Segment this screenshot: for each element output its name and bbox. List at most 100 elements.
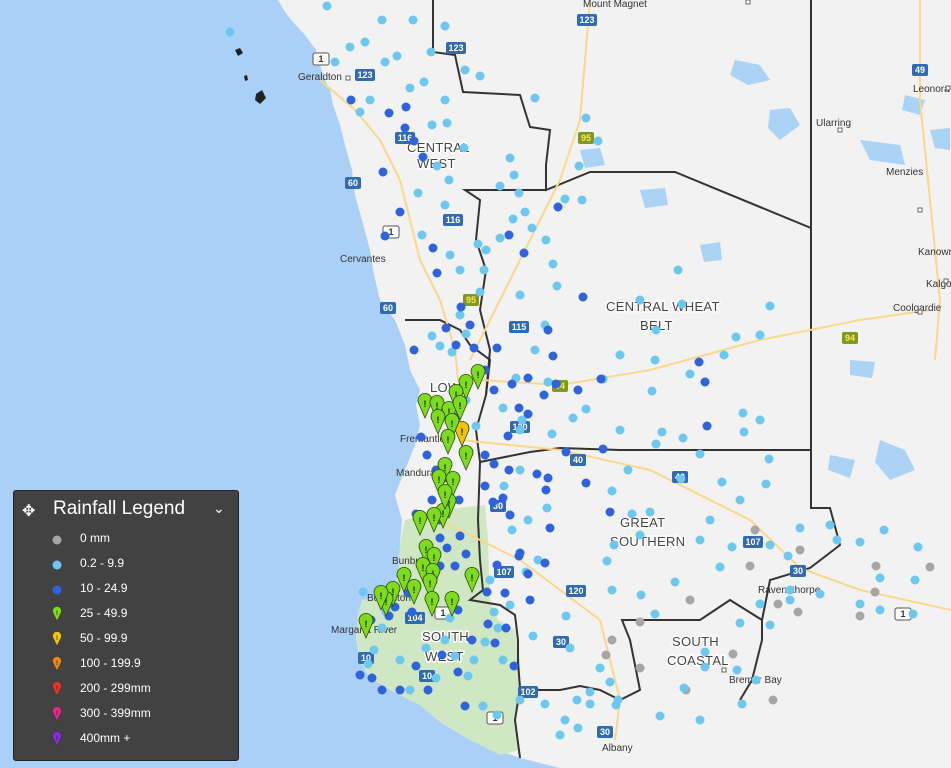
- rainfall-station-dot[interactable]: [515, 695, 525, 705]
- rainfall-station-dot[interactable]: [456, 302, 466, 312]
- rainfall-station-dot[interactable]: [514, 403, 524, 413]
- rainfall-station-dot[interactable]: [330, 57, 340, 67]
- rainfall-station-dot[interactable]: [467, 635, 477, 645]
- rainfall-station-dot[interactable]: [785, 595, 795, 605]
- rainfall-station-dot[interactable]: [507, 379, 517, 389]
- rainfall-station-dot[interactable]: [384, 108, 394, 118]
- rainfall-station-dot[interactable]: [508, 214, 518, 224]
- rainfall-station-dot[interactable]: [755, 415, 765, 425]
- rainfall-station-dot[interactable]: [225, 27, 235, 37]
- rainfall-station-dot[interactable]: [578, 292, 588, 302]
- rainfall-station-dot[interactable]: [541, 235, 551, 245]
- rainfall-station-dot[interactable]: [635, 617, 645, 627]
- rainfall-station-dot[interactable]: [422, 450, 432, 460]
- rainfall-station-dot[interactable]: [738, 408, 748, 418]
- rainfall-station-dot[interactable]: [685, 595, 695, 605]
- rainfall-station-dot[interactable]: [392, 51, 402, 61]
- rainfall-station-dot[interactable]: [492, 710, 502, 720]
- rainfall-station-dot[interactable]: [635, 295, 645, 305]
- rainfall-station-dot[interactable]: [523, 409, 533, 419]
- rainfall-station-dot[interactable]: [695, 535, 705, 545]
- rainfall-station-dot[interactable]: [482, 587, 492, 597]
- rainfall-station-dot[interactable]: [504, 465, 514, 475]
- rainfall-station-dot[interactable]: [925, 562, 935, 572]
- rainfall-station-dot[interactable]: [615, 425, 625, 435]
- rainfall-station-dot[interactable]: [367, 673, 377, 683]
- rainfall-station-dot[interactable]: [445, 613, 455, 623]
- rainfall-station-dot[interactable]: [765, 301, 775, 311]
- rainfall-station-dot[interactable]: [555, 730, 565, 740]
- rainfall-station-dot[interactable]: [480, 481, 490, 491]
- rainfall-station-dot[interactable]: [369, 645, 379, 655]
- rainfall-station-dot[interactable]: [427, 331, 437, 341]
- rainfall-station-dot[interactable]: [503, 431, 513, 441]
- rainfall-station-dot[interactable]: [694, 357, 704, 367]
- rainfall-station-dot[interactable]: [380, 57, 390, 67]
- rainfall-station-dot[interactable]: [543, 377, 553, 387]
- rainfall-station-dot[interactable]: [463, 671, 473, 681]
- rainfall-station-dot[interactable]: [585, 699, 595, 709]
- rainfall-station-dot[interactable]: [471, 421, 481, 431]
- rainfall-station-dot[interactable]: [875, 573, 885, 583]
- rainfall-station-dot[interactable]: [561, 611, 571, 621]
- rainfall-station-dot[interactable]: [435, 341, 445, 351]
- rainfall-station-dot[interactable]: [635, 663, 645, 673]
- rainfall-station-dot[interactable]: [461, 549, 471, 559]
- rainfall-station-dot[interactable]: [400, 123, 410, 133]
- rainfall-station-dot[interactable]: [785, 585, 795, 595]
- rainfall-station-dot[interactable]: [395, 685, 405, 695]
- rainfall-station-dot[interactable]: [363, 659, 373, 669]
- rainfall-station-dot[interactable]: [444, 175, 454, 185]
- rainfall-station-dot[interactable]: [498, 403, 508, 413]
- rainfall-station-dot[interactable]: [530, 93, 540, 103]
- rainfall-station-dot[interactable]: [765, 620, 775, 630]
- rainfall-station-dot[interactable]: [700, 662, 710, 672]
- rainfall-station-dot[interactable]: [498, 655, 508, 665]
- rainfall-station-dot[interactable]: [451, 340, 461, 350]
- rainfall-station-dot[interactable]: [440, 200, 450, 210]
- rainfall-station-dot[interactable]: [413, 188, 423, 198]
- rainfall-station-dot[interactable]: [492, 343, 502, 353]
- rainfall-station-dot[interactable]: [490, 638, 500, 648]
- rainfall-station-dot[interactable]: [407, 607, 417, 617]
- rainfall-station-dot[interactable]: [581, 404, 591, 414]
- rainfall-station-dot[interactable]: [423, 685, 433, 695]
- rainfall-station-dot[interactable]: [879, 525, 889, 535]
- rainfall-station-dot[interactable]: [695, 715, 705, 725]
- rainfall-station-dot[interactable]: [450, 561, 460, 571]
- rainfall-station-dot[interactable]: [416, 432, 426, 442]
- rainfall-station-dot[interactable]: [483, 619, 493, 629]
- rainfall-station-dot[interactable]: [421, 643, 431, 653]
- rainfall-station-dot[interactable]: [739, 427, 749, 437]
- rainfall-station-dot[interactable]: [735, 495, 745, 505]
- rainfall-station-dot[interactable]: [547, 429, 557, 439]
- rainfall-station-dot[interactable]: [432, 161, 442, 171]
- rainfall-station-dot[interactable]: [573, 723, 583, 733]
- rainfall-station-dot[interactable]: [607, 486, 617, 496]
- rainfall-station-dot[interactable]: [499, 481, 509, 491]
- rainfall-station-dot[interactable]: [573, 385, 583, 395]
- rainfall-station-dot[interactable]: [440, 635, 450, 645]
- rainfall-station-dot[interactable]: [405, 685, 415, 695]
- rainfall-station-dot[interactable]: [505, 153, 515, 163]
- rainfall-station-dot[interactable]: [480, 637, 490, 647]
- rainfall-station-dot[interactable]: [795, 523, 805, 533]
- rainfall-station-dot[interactable]: [478, 701, 488, 711]
- rainfall-station-dot[interactable]: [574, 161, 584, 171]
- rainfall-station-dot[interactable]: [773, 599, 783, 609]
- rainfall-station-dot[interactable]: [871, 561, 881, 571]
- rainfall-station-dot[interactable]: [488, 497, 498, 507]
- rainfall-station-dot[interactable]: [460, 65, 470, 75]
- rainfall-station-dot[interactable]: [520, 207, 530, 217]
- rainfall-station-dot[interactable]: [601, 650, 611, 660]
- rainfall-station-dot[interactable]: [473, 239, 483, 249]
- rainfall-station-dot[interactable]: [700, 647, 710, 657]
- rainfall-station-dot[interactable]: [607, 635, 617, 645]
- rainfall-station-dot[interactable]: [528, 631, 538, 641]
- rainfall-station-dot[interactable]: [489, 459, 499, 469]
- rainfall-station-dot[interactable]: [636, 590, 646, 600]
- rainfall-station-dot[interactable]: [581, 113, 591, 123]
- rainfall-station-dot[interactable]: [355, 107, 365, 117]
- rainfall-station-dot[interactable]: [378, 167, 388, 177]
- rainfall-station-dot[interactable]: [501, 623, 511, 633]
